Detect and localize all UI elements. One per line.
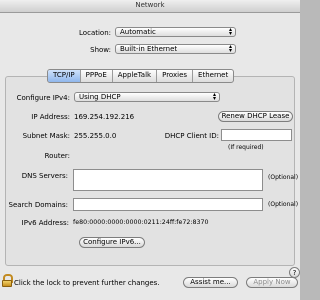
subnet-mask-label: Subnet Mask:: [22, 132, 70, 140]
search-domains-label: Search Domains:: [8, 201, 68, 209]
dns-servers-optional: (Optional): [268, 174, 299, 181]
configure-ipv4-value: Using DHCP: [79, 93, 121, 101]
window-title: Network: [135, 1, 165, 9]
search-domains-optional: (Optional): [268, 201, 299, 208]
search-domains-field[interactable]: [73, 198, 263, 211]
updown-arrows-icon: ▴ ▾: [228, 43, 232, 54]
show-select[interactable]: Built-in Ethernet ▴ ▾: [115, 44, 236, 54]
ipv6-address-label: IPv6 Address:: [21, 219, 69, 227]
location-label: Location:: [79, 29, 111, 37]
dhcp-client-id-hint: (If required): [228, 144, 264, 151]
network-window: Network Location: Automatic ▴ ▾ Show: Bui…: [0, 0, 300, 300]
dhcp-client-id-field[interactable]: [221, 129, 292, 141]
ipv6-address-value: fe80:0000:0000:0000:0211:24ff:fe72:8370: [73, 219, 209, 226]
location-value: Automatic: [120, 28, 156, 36]
router-label: Router:: [44, 152, 70, 160]
configure-ipv6-button[interactable]: Configure IPv6...: [79, 237, 145, 248]
lock-icon[interactable]: [2, 274, 13, 287]
lock-text: Click the lock to prevent further change…: [14, 279, 160, 287]
apply-now-button[interactable]: Apply Now: [246, 277, 298, 288]
show-value: Built-in Ethernet: [120, 45, 178, 53]
updown-arrows-icon: ▴ ▾: [228, 26, 232, 37]
tab-bar: TCP/IP PPPoE AppleTalk Proxies Ethernet: [47, 69, 235, 83]
dns-servers-field[interactable]: [73, 169, 263, 191]
dhcp-client-id-label: DHCP Client ID:: [164, 132, 219, 140]
tab-ethernet[interactable]: Ethernet: [192, 70, 233, 82]
ip-address-value: 169.254.192.216: [74, 113, 135, 121]
configure-ipv4-select[interactable]: Using DHCP ▴ ▾: [74, 92, 220, 102]
ip-address-label: IP Address:: [31, 113, 70, 121]
renew-dhcp-lease-button[interactable]: Renew DHCP Lease: [218, 111, 293, 122]
tab-tcpip[interactable]: TCP/IP: [48, 70, 80, 82]
configure-ipv4-label: Configure IPv4:: [16, 94, 70, 102]
tab-appletalk[interactable]: AppleTalk: [111, 70, 156, 82]
subnet-mask-value: 255.255.0.0: [74, 132, 117, 140]
dns-servers-label: DNS Servers:: [21, 172, 68, 180]
tab-pppoe[interactable]: PPPoE: [79, 70, 112, 82]
updown-arrows-icon: ▴ ▾: [212, 91, 216, 102]
assist-me-button[interactable]: Assist me...: [183, 277, 238, 288]
show-label: Show:: [90, 46, 111, 54]
tab-proxies[interactable]: Proxies: [156, 70, 192, 82]
title-bar: Network: [0, 0, 300, 13]
location-select[interactable]: Automatic ▴ ▾: [115, 27, 236, 37]
